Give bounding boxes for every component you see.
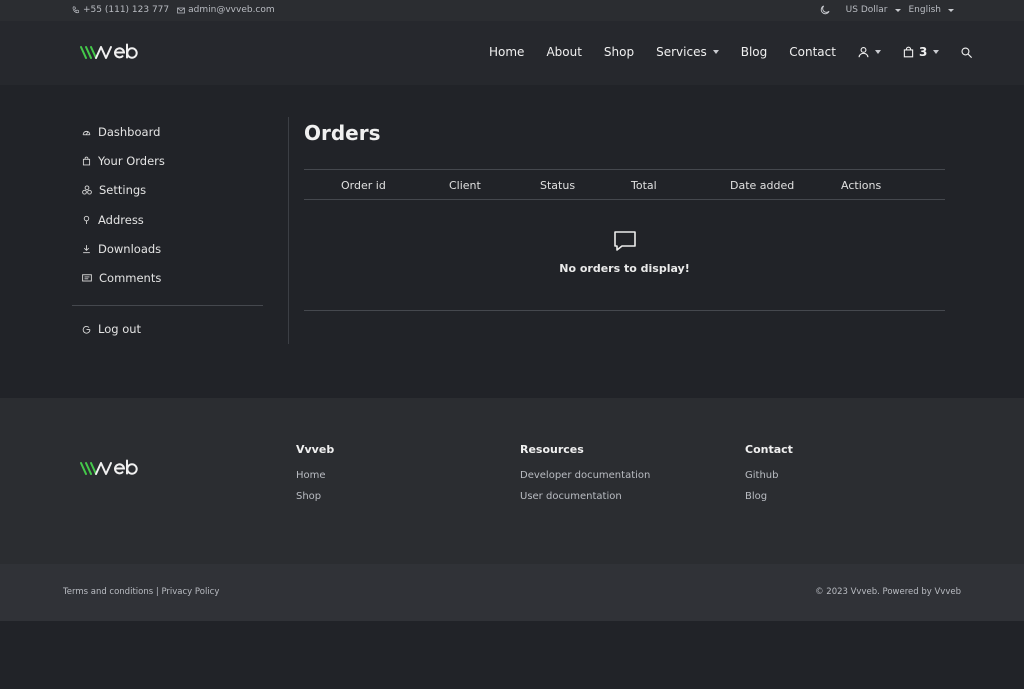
logout-icon [82,325,91,334]
currency-dropdown[interactable]: US Dollar [846,5,901,15]
column-header-date-added: Date added [730,179,795,192]
footer-link-user-documentation[interactable]: User documentation [520,491,650,502]
footer-link-developer-documentation[interactable]: Developer documentation [520,470,650,481]
nav-shop[interactable]: Shop [604,45,634,59]
caret-down-icon [712,50,719,54]
privacy-link[interactable]: Privacy Policy [161,587,219,597]
terms-link[interactable]: Terms and conditions [63,587,153,597]
email-address: admin@vvveb.com [188,5,275,15]
caret-down-icon [874,50,881,54]
copyright: © 2023 Vvveb. Powered by Vvveb [815,587,961,597]
column-header-actions: Actions [841,179,882,192]
sidebar-item-label: Downloads [98,242,162,256]
sidebar-item-label: Address [98,213,144,227]
currency-label: US Dollar [845,5,888,15]
language-dropdown[interactable]: English [908,5,954,15]
vvveb-logo [80,459,138,475]
chat-bubble-icon [613,231,636,251]
nav-about[interactable]: About [546,45,581,59]
logout-label: Log out [98,322,142,336]
footer-column-contact: Contact Github Blog [745,443,793,512]
nav-shop-label: Shop [603,45,635,59]
dashboard-icon [82,130,91,135]
sidebar-item-downloads[interactable]: Downloads [82,242,161,256]
footer-link-github[interactable]: Github [745,470,793,481]
empty-message: No orders to display! [559,262,690,275]
site-logo[interactable] [80,43,138,61]
footer-link-shop[interactable]: Shop [296,491,334,502]
phone-icon [72,6,80,14]
map-pin-icon [83,215,90,224]
page-title: Orders [304,121,381,145]
footer-heading: Contact [745,443,793,456]
column-header-total: Total [631,179,657,192]
legal-separator: | [155,587,159,597]
phone-number: +55 (111) 123 777 [83,5,170,15]
orders-table-header: Order id Client Status Total Date added … [304,169,945,200]
sidebar-item-label: Settings [99,183,147,197]
comment-icon [82,273,92,281]
bag-icon [82,156,91,166]
sidebar-item-logout[interactable]: Log out [82,322,141,336]
footer-link-blog[interactable]: Blog [745,491,793,502]
column-header-client: Client [449,179,481,192]
footer: Vvveb Home Shop Resources Developer docu… [0,398,1024,564]
column-header-status: Status [540,179,576,192]
footer-heading: Vvveb [296,443,335,456]
envelope-icon [177,7,186,13]
shopping-bag-icon [903,46,914,58]
top-bar: +55 (111) 123 777 admin@vvveb.com US Dol… [0,0,1024,21]
sidebar-item-label: Dashboard [98,125,161,139]
user-icon [858,46,869,58]
sidebar-item-label: Your Orders [98,154,165,168]
orders-table-bottom-border [304,310,945,311]
caret-down-icon [948,8,954,12]
empty-state: No orders to display! [304,230,945,275]
bottom-bar: Terms and conditions | Privacy Policy © … [0,564,1024,621]
nav-services-label: Services [656,45,707,59]
sidebar-item-comments[interactable]: Comments [82,271,161,285]
nav-blog[interactable]: Blog [741,45,768,59]
search-button[interactable] [961,46,973,58]
download-icon [83,245,90,254]
footer-logo[interactable] [80,459,138,481]
moon-icon [820,5,830,15]
nav-blog-label: Blog [740,45,768,59]
cart-count: 3 [918,45,928,59]
footer-column-vvveb: Vvveb Home Shop [296,443,334,512]
search-icon [961,46,973,58]
column-header-order-id: Order id [341,179,386,192]
nav-home[interactable]: Home [489,45,524,59]
sidebar-item-label: Comments [99,271,162,285]
language-label: English [908,5,942,15]
user-account-dropdown[interactable] [858,46,881,58]
nav-contact-label: Contact [789,45,836,59]
cart-dropdown[interactable]: 3 [903,45,940,59]
sidebar-item-settings[interactable]: Settings [82,183,146,197]
sidebar-item-address[interactable]: Address [82,213,144,227]
sidebar-item-dashboard[interactable]: Dashboard [82,125,160,139]
theme-toggle[interactable] [820,5,830,15]
caret-down-icon [894,8,901,12]
vvveb-logo [80,43,138,59]
content-divider [288,117,289,344]
header: Home About Shop Services Blog Contact 3 [0,21,1024,85]
footer-link-home[interactable]: Home [296,470,334,481]
nav-services-dropdown[interactable]: Services [656,45,719,59]
footer-column-resources: Resources Developer documentation User d… [520,443,650,512]
sidebar-divider [72,305,263,306]
footer-heading: Resources [520,443,584,456]
nav-about-label: About [546,45,582,59]
email-contact[interactable]: admin@vvveb.com [177,5,275,15]
main-nav: Home About Shop Services Blog Contact 3 [489,45,973,59]
legal-links: Terms and conditions | Privacy Policy [63,587,219,597]
phone-contact[interactable]: +55 (111) 123 777 [72,5,169,15]
settings-icon [82,185,92,195]
sidebar-item-your-orders[interactable]: Your Orders [82,154,165,168]
nav-home-label: Home [489,45,525,59]
nav-contact[interactable]: Contact [789,45,836,59]
caret-down-icon [933,50,940,54]
